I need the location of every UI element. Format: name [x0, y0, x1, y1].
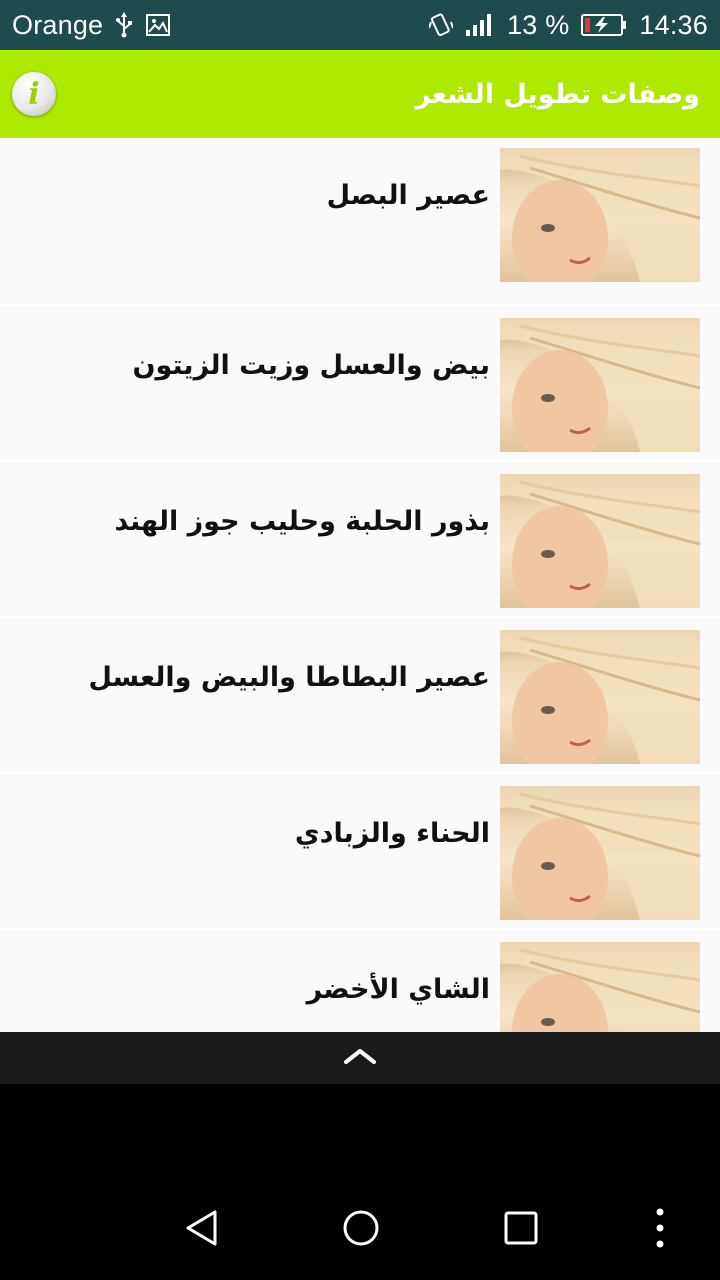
chevron-up-icon[interactable] [343, 1046, 377, 1070]
battery-percent: 13 % [507, 9, 570, 40]
recipe-thumbnail [500, 942, 700, 1032]
app-bar: i وصفات تطويل الشعر [0, 50, 720, 138]
recipe-title: الحناء والزبادي [294, 818, 490, 849]
recipe-thumbnail [500, 786, 700, 920]
recipe-title: بيض والعسل وزيت الزيتون [132, 350, 490, 381]
page-title: وصفات تطويل الشعر [415, 78, 700, 110]
empty-area [0, 1084, 720, 1176]
recipe-title: عصير البطاطا والبيض والعسل [88, 662, 490, 693]
home-icon[interactable] [339, 1206, 383, 1250]
recipe-thumbnail [500, 474, 700, 608]
recipe-thumbnail [500, 630, 700, 764]
list-item[interactable]: بذور الحلبة وحليب جوز الهند [0, 462, 720, 616]
usb-icon [115, 12, 133, 38]
back-icon[interactable] [180, 1206, 224, 1250]
recipe-thumbnail [500, 318, 700, 452]
info-icon[interactable]: i [12, 72, 56, 116]
menu-dots-icon[interactable] [638, 1206, 682, 1250]
status-right: 13 % 14:36 [429, 10, 708, 41]
list-item[interactable]: عصير البطاطا والبيض والعسل [0, 618, 720, 772]
recipe-title: عصير البصل [326, 180, 490, 211]
status-bar: Orange 13 % 14:36 [0, 0, 720, 50]
clock: 14:36 [639, 9, 708, 40]
image-icon [145, 13, 171, 37]
info-glyph: i [28, 76, 40, 112]
list-item[interactable]: بيض والعسل وزيت الزيتون [0, 306, 720, 460]
list-item[interactable]: الحناء والزبادي [0, 774, 720, 928]
list-item[interactable]: عصير البصل [0, 138, 720, 304]
signal-icon [465, 13, 495, 37]
system-nav-bar [0, 1176, 720, 1280]
recents-icon[interactable] [499, 1206, 543, 1250]
recipe-title: بذور الحلبة وحليب جوز الهند [114, 506, 490, 537]
expand-bar[interactable] [0, 1032, 720, 1084]
list-item[interactable]: الشاي الأخضر [0, 930, 720, 1032]
status-left: Orange [12, 10, 171, 41]
battery-charging-icon [581, 13, 627, 37]
recipe-thumbnail [500, 148, 700, 282]
recipe-title: الشاي الأخضر [306, 974, 490, 1005]
recipe-list: عصير البصل بيض والعسل وزيت الزيتون بذور … [0, 138, 720, 1032]
vibrate-icon [429, 12, 454, 38]
carrier-name: Orange [12, 9, 104, 40]
